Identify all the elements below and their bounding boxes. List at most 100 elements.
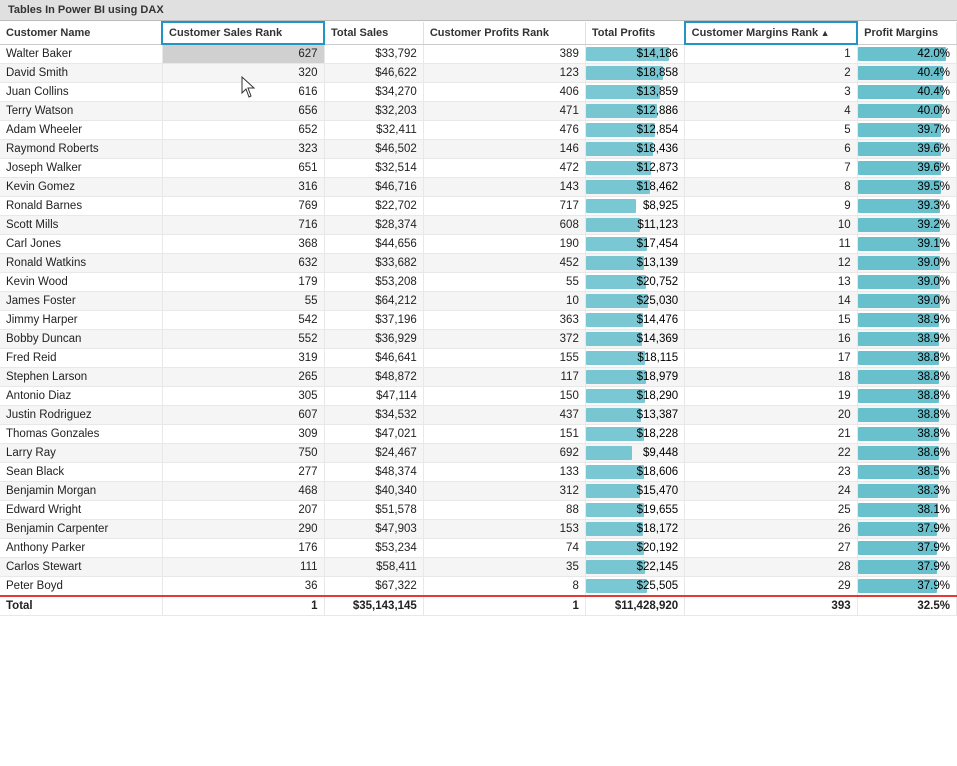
cell-customer-name: Bobby Duncan	[0, 330, 162, 349]
cell-customer-name: Ronald Barnes	[0, 197, 162, 216]
table-row: Antonio Diaz305$47,114150$18,2901938.8%	[0, 387, 957, 406]
cell-total-sales: $48,872	[324, 368, 423, 387]
total-cell: Total	[0, 596, 162, 616]
cell-total-profits: $13,859	[585, 83, 684, 102]
cell-margins-rank: 23	[685, 463, 857, 482]
cell-profit-margins: 40.4%	[857, 64, 956, 83]
cell-profit-margins: 38.3%	[857, 482, 956, 501]
cell-profit-margins: 40.4%	[857, 83, 956, 102]
cell-total-profits: $25,030	[585, 292, 684, 311]
title-bar: Tables In Power BI using DAX	[0, 0, 957, 21]
cell-total-sales: $33,682	[324, 254, 423, 273]
table-row: Benjamin Carpenter290$47,903153$18,17226…	[0, 520, 957, 539]
header-row: Customer Name Customer Sales Rank Total …	[0, 22, 957, 44]
cell-customer-name: Scott Mills	[0, 216, 162, 235]
cell-profits-rank: 88	[423, 501, 585, 520]
cell-profits-rank: 312	[423, 482, 585, 501]
cell-customer-name: Stephen Larson	[0, 368, 162, 387]
cell-sales-rank: 323	[162, 140, 324, 159]
cell-margins-rank: 29	[685, 577, 857, 597]
cell-total-sales: $28,374	[324, 216, 423, 235]
cell-sales-rank: 305	[162, 387, 324, 406]
cell-total-sales: $33,792	[324, 44, 423, 64]
cell-profits-rank: 372	[423, 330, 585, 349]
cell-profit-margins: 38.9%	[857, 330, 956, 349]
cell-total-sales: $40,340	[324, 482, 423, 501]
title-text: Tables In Power BI using DAX	[8, 4, 164, 16]
cell-total-sales: $34,532	[324, 406, 423, 425]
table-container: Tables In Power BI using DAX Customer Na…	[0, 0, 957, 766]
cell-sales-rank: 111	[162, 558, 324, 577]
cell-total-sales: $47,021	[324, 425, 423, 444]
header-profit-margins[interactable]: Profit Margins	[857, 22, 956, 44]
table-row: Anthony Parker176$53,23474$20,1922737.9%	[0, 539, 957, 558]
cell-total-sales: $53,234	[324, 539, 423, 558]
cell-customer-name: Sean Black	[0, 463, 162, 482]
table-row: Bobby Duncan552$36,929372$14,3691638.9%	[0, 330, 957, 349]
cell-total-profits: $14,476	[585, 311, 684, 330]
total-cell: $35,143,145	[324, 596, 423, 616]
table-row: James Foster55$64,21210$25,0301439.0%	[0, 292, 957, 311]
cell-profits-rank: 452	[423, 254, 585, 273]
cell-total-sales: $48,374	[324, 463, 423, 482]
cell-margins-rank: 7	[685, 159, 857, 178]
header-sales-rank[interactable]: Customer Sales Rank	[162, 22, 324, 44]
cell-profits-rank: 363	[423, 311, 585, 330]
cell-sales-rank: 542	[162, 311, 324, 330]
cell-total-sales: $32,203	[324, 102, 423, 121]
table-row: Scott Mills716$28,374608$11,1231039.2%	[0, 216, 957, 235]
data-table: Customer Name Customer Sales Rank Total …	[0, 21, 957, 616]
cell-profit-margins: 37.9%	[857, 539, 956, 558]
header-total-profits[interactable]: Total Profits	[585, 22, 684, 44]
cell-profit-margins: 38.9%	[857, 311, 956, 330]
cell-sales-rank: 607	[162, 406, 324, 425]
cell-sales-rank: 319	[162, 349, 324, 368]
cell-total-profits: $18,436	[585, 140, 684, 159]
cell-sales-rank: 616	[162, 83, 324, 102]
cell-total-sales: $22,702	[324, 197, 423, 216]
cell-profits-rank: 389	[423, 44, 585, 64]
cell-total-profits: $13,387	[585, 406, 684, 425]
table-row: Kevin Gomez316$46,716143$18,462839.5%	[0, 178, 957, 197]
table-row: Terry Watson656$32,203471$12,886440.0%	[0, 102, 957, 121]
cell-profits-rank: 74	[423, 539, 585, 558]
table-row: Raymond Roberts323$46,502146$18,436639.6…	[0, 140, 957, 159]
cell-profit-margins: 38.8%	[857, 387, 956, 406]
cell-customer-name: Kevin Gomez	[0, 178, 162, 197]
cell-margins-rank: 9	[685, 197, 857, 216]
cell-profit-margins: 38.8%	[857, 349, 956, 368]
header-profits-rank[interactable]: Customer Profits Rank	[423, 22, 585, 44]
cell-customer-name: Thomas Gonzales	[0, 425, 162, 444]
cell-margins-rank: 4	[685, 102, 857, 121]
cell-customer-name: Antonio Diaz	[0, 387, 162, 406]
cell-customer-name: Larry Ray	[0, 444, 162, 463]
table-row: Benjamin Morgan468$40,340312$15,4702438.…	[0, 482, 957, 501]
cell-total-profits: $18,115	[585, 349, 684, 368]
cell-profit-margins: 39.0%	[857, 292, 956, 311]
cell-margins-rank: 28	[685, 558, 857, 577]
cell-total-profits: $18,290	[585, 387, 684, 406]
cell-margins-rank: 17	[685, 349, 857, 368]
cell-total-profits: $8,925	[585, 197, 684, 216]
cell-total-sales: $51,578	[324, 501, 423, 520]
header-margins-rank[interactable]: Customer Margins Rank	[685, 22, 857, 44]
header-total-sales[interactable]: Total Sales	[324, 22, 423, 44]
cell-sales-rank: 632	[162, 254, 324, 273]
total-row: Total1$35,143,1451$11,428,92039332.5%	[0, 596, 957, 616]
cell-customer-name: Adam Wheeler	[0, 121, 162, 140]
cell-customer-name: Kevin Wood	[0, 273, 162, 292]
header-customer-name[interactable]: Customer Name	[0, 22, 162, 44]
cell-sales-rank: 652	[162, 121, 324, 140]
cell-total-sales: $46,502	[324, 140, 423, 159]
cell-total-sales: $47,903	[324, 520, 423, 539]
cell-margins-rank: 19	[685, 387, 857, 406]
table-row: Jimmy Harper542$37,196363$14,4761538.9%	[0, 311, 957, 330]
cell-profits-rank: 146	[423, 140, 585, 159]
cell-profits-rank: 123	[423, 64, 585, 83]
total-cell: 32.5%	[857, 596, 956, 616]
cell-total-sales: $34,270	[324, 83, 423, 102]
cell-total-profits: $19,655	[585, 501, 684, 520]
total-cell: 1	[162, 596, 324, 616]
table-row: Carlos Stewart111$58,41135$22,1452837.9%	[0, 558, 957, 577]
cell-margins-rank: 11	[685, 235, 857, 254]
